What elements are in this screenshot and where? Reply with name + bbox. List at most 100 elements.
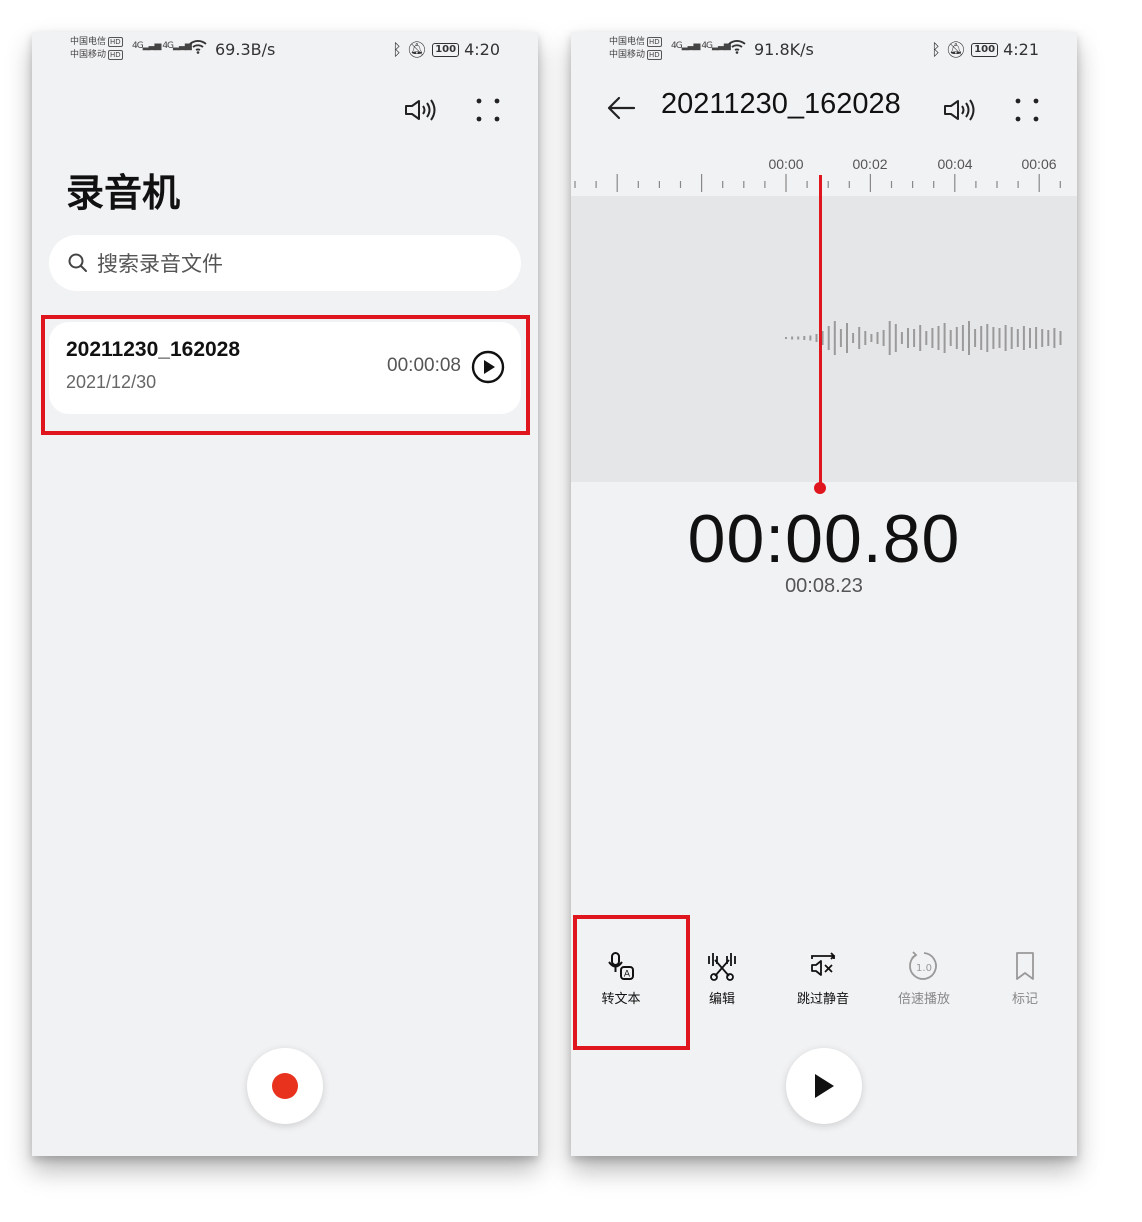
carrier-1: 中国电信 — [609, 37, 646, 47]
skip-silence-icon — [811, 952, 836, 976]
waveform-bar — [894, 324, 897, 352]
bluetooth-icon: ᛒ — [392, 40, 402, 59]
waveform-bar — [827, 326, 830, 350]
waveform-bar — [1041, 329, 1044, 347]
waveform-bar — [1035, 327, 1038, 349]
waveform — [785, 321, 1062, 355]
hd-badge: HD — [647, 49, 662, 60]
waveform-bar — [1053, 328, 1056, 348]
waveform-bar — [1010, 327, 1013, 349]
waveform-area[interactable] — [571, 196, 1077, 482]
signal-icon: 4G▂▃▅ 4G▂▃▅ — [671, 41, 731, 51]
waveform-bar — [919, 325, 922, 351]
battery-icon: 100 — [432, 42, 460, 57]
waveform-bar — [980, 326, 983, 350]
tool-label: 倍速播放 — [897, 992, 950, 1007]
timeline-label: 00:00 — [768, 156, 804, 172]
network-speed: 69.3B/s — [215, 40, 276, 59]
waveform-bar — [858, 327, 861, 349]
waveform-bar — [809, 335, 812, 341]
search-icon — [68, 253, 87, 272]
waveform-bar — [882, 330, 885, 346]
waveform-bar — [1016, 329, 1019, 347]
tool-label: 标记 — [1011, 992, 1038, 1007]
total-duration: 00:08.23 — [785, 575, 863, 597]
network-type: 4G — [162, 41, 174, 51]
waveform-bar — [961, 325, 964, 351]
more-dots-icon[interactable] — [1007, 90, 1047, 130]
waveform-bar — [913, 329, 916, 347]
record-icon — [272, 1073, 298, 1099]
waveform-bar — [1047, 330, 1050, 346]
speaker-icon[interactable] — [939, 90, 979, 130]
more-dots-icon[interactable] — [468, 90, 508, 130]
mute-bell-icon: 🔕︎ — [945, 40, 967, 59]
waveform-bar — [943, 323, 946, 353]
waveform-bar — [791, 336, 794, 340]
tool-playback-speed[interactable]: 1.0 倍速播放 — [874, 950, 974, 1007]
carrier-1: 中国电信 — [70, 37, 107, 47]
tool-skip-silence[interactable]: 跳过静音 — [773, 950, 873, 1007]
playhead-line[interactable] — [819, 175, 822, 485]
record-button[interactable] — [247, 1048, 323, 1124]
bookmark-icon — [1016, 952, 1034, 980]
battery-icon: 100 — [971, 42, 999, 57]
bluetooth-icon: ᛒ — [931, 40, 941, 59]
search-placeholder: 搜索录音文件 — [97, 252, 223, 276]
waveform-bar — [815, 334, 818, 342]
clock: 4:20 — [464, 40, 500, 59]
tool-label: 编辑 — [708, 992, 735, 1007]
waveform-bar — [846, 323, 848, 353]
wifi-icon — [728, 40, 746, 54]
waveform-bar — [864, 331, 867, 345]
network-type: 4G — [132, 41, 144, 51]
waveform-bar — [949, 330, 952, 346]
speaker-icon[interactable] — [400, 90, 440, 130]
waveform-bar — [797, 336, 800, 340]
highlight-box — [573, 915, 690, 1050]
back-arrow-icon[interactable] — [601, 88, 641, 128]
waveform-bar — [931, 328, 934, 348]
speed-value: 1.0 — [916, 963, 932, 974]
carrier-info: 中国电信 HD 中国移动 HD — [609, 36, 662, 62]
waveform-bar — [839, 329, 842, 347]
tool-bookmark[interactable]: 标记 — [975, 950, 1075, 1007]
waveform-bar — [870, 334, 873, 342]
network-type: 4G — [701, 41, 713, 51]
waveform-bar — [1059, 331, 1062, 345]
waveform-bar — [937, 326, 940, 350]
current-time: 00:00.80 — [687, 501, 961, 577]
waveform-bar — [785, 337, 787, 339]
waveform-bar — [876, 332, 879, 344]
signal-icon: 4G▂▃▅ 4G▂▃▅ — [132, 41, 192, 51]
timeline-label: 00:02 — [852, 156, 888, 172]
recording-title: 20211230_162028 — [661, 88, 901, 120]
hd-badge: HD — [108, 49, 123, 60]
timeline-label: 00:06 — [1021, 156, 1057, 172]
play-icon — [815, 1074, 834, 1098]
status-bar: 中国电信 HD 中国移动 HD 4G▂▃▅ 4G▂▃▅ 91.8K/s ᛒ 🔕︎ 1… — [571, 32, 1077, 66]
page-title: 录音机 — [66, 171, 181, 215]
edit-scissors-icon — [708, 953, 736, 981]
clock: 4:21 — [1003, 40, 1039, 59]
search-input[interactable]: 搜索录音文件 — [49, 235, 521, 291]
waveform-bar — [992, 327, 995, 349]
timeline-ruler[interactable]: 00:00 00:02 00:04 00:06 — [571, 152, 1077, 196]
waveform-bar — [986, 324, 989, 352]
waveform-bar — [974, 329, 977, 347]
waveform-bar — [1029, 328, 1031, 348]
waveform-bar — [900, 332, 903, 344]
waveform-bar — [907, 328, 909, 348]
play-button[interactable] — [786, 1048, 862, 1124]
waveform-bar — [888, 321, 891, 355]
recording-player-screen: 中国电信 HD 中国移动 HD 4G▂▃▅ 4G▂▃▅ 91.8K/s ᛒ 🔕︎ 1… — [571, 32, 1077, 1156]
carrier-2: 中国移动 — [70, 50, 107, 60]
playhead-handle[interactable] — [814, 482, 826, 494]
mute-bell-icon: 🔕︎ — [406, 40, 428, 59]
waveform-bar — [852, 333, 855, 343]
highlight-box — [41, 315, 530, 435]
waveform-bar — [803, 336, 806, 340]
waveform-bar — [998, 328, 1001, 348]
carrier-info: 中国电信 HD 中国移动 HD — [70, 36, 123, 62]
waveform-bar — [1004, 325, 1007, 351]
